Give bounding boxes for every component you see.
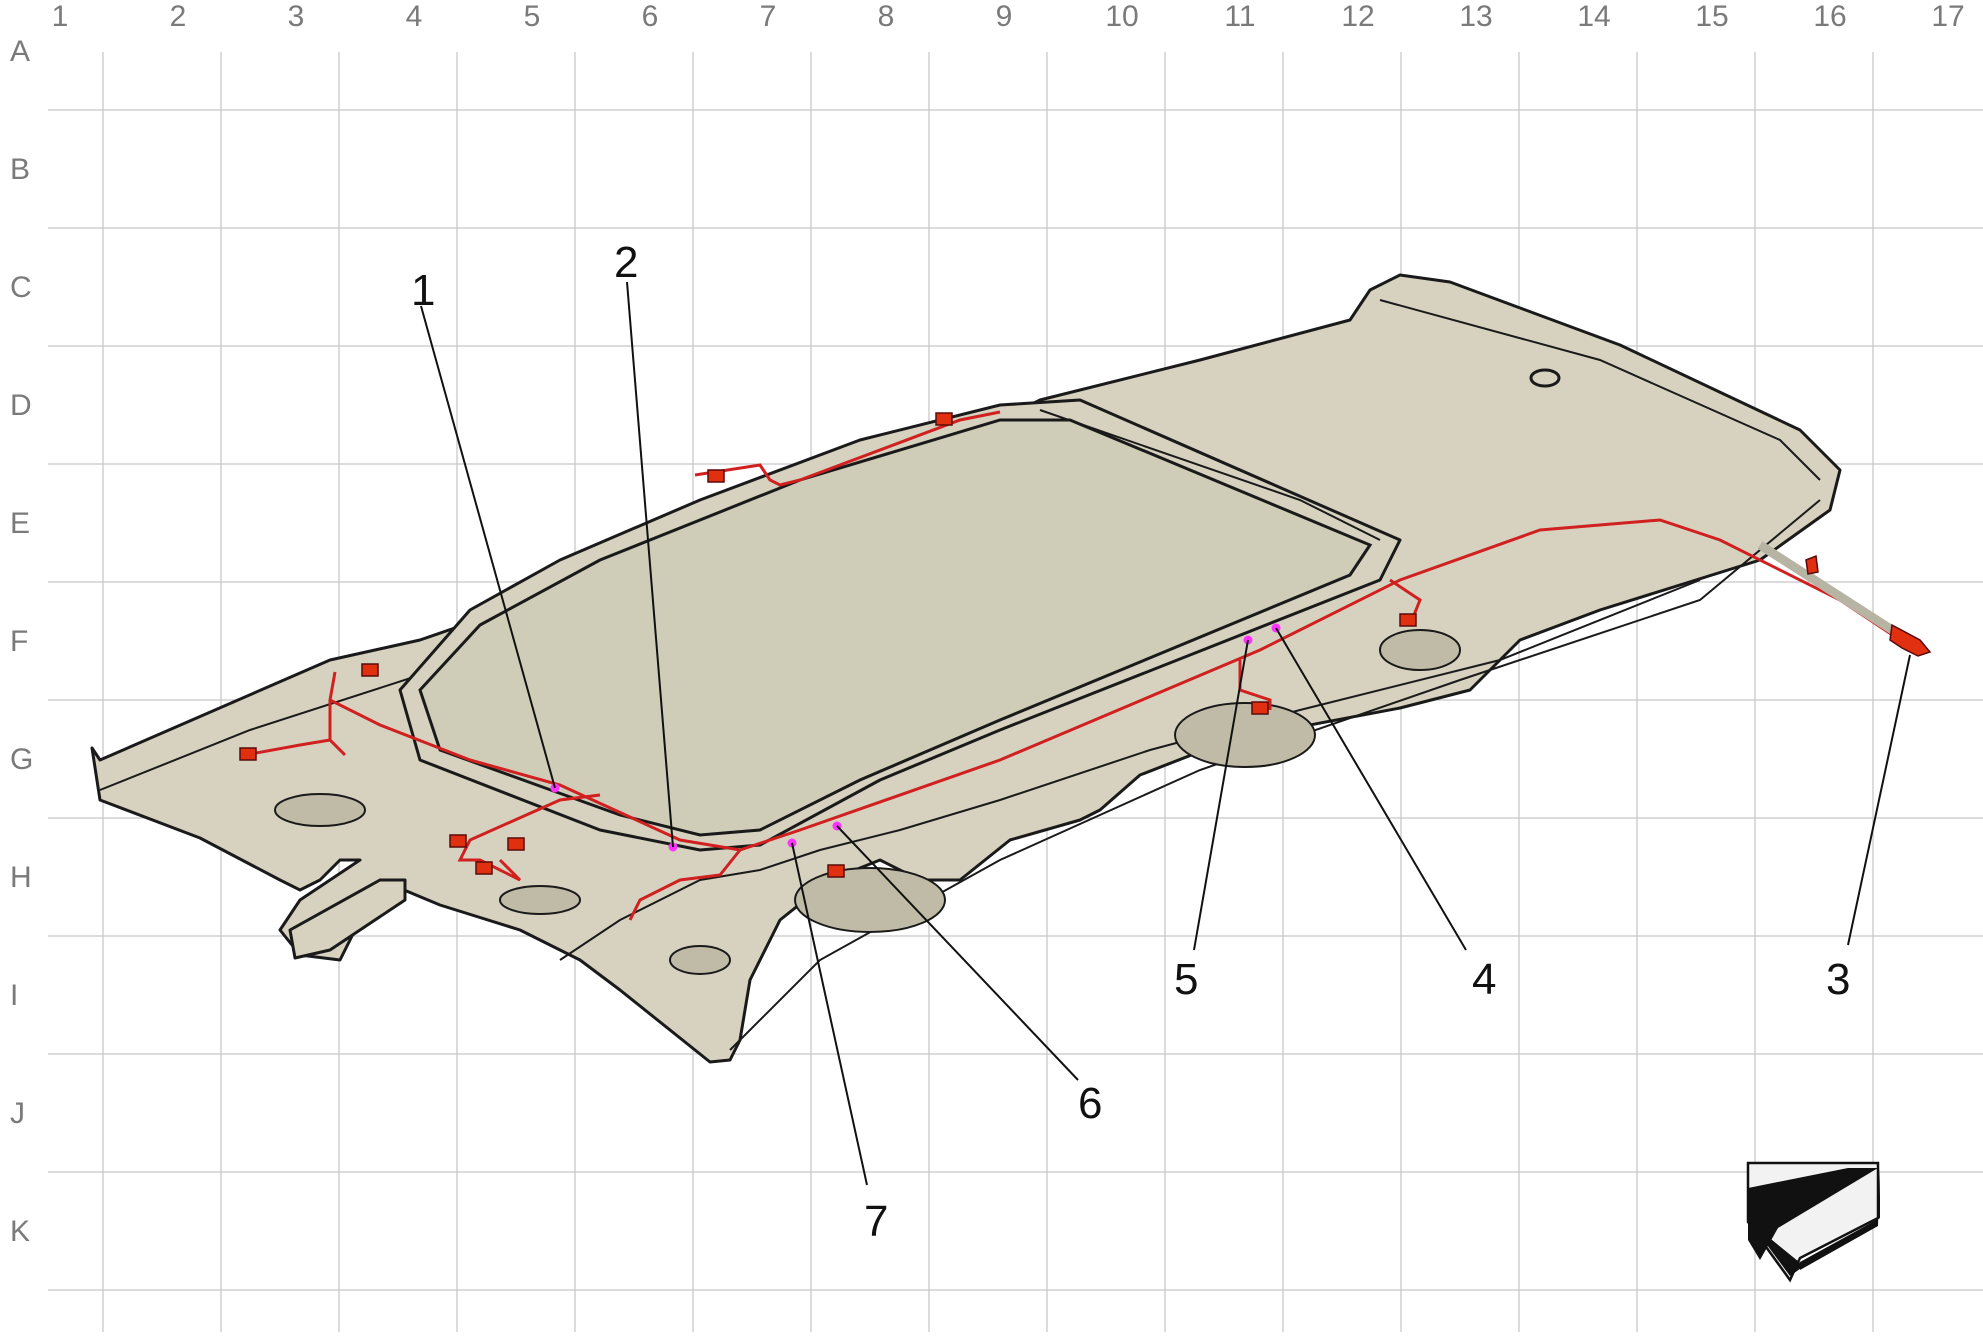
connector-front-dome — [827, 864, 845, 878]
sun-visor-mount-recess — [669, 945, 731, 975]
grid-column-label: 13 — [1459, 0, 1492, 33]
center-dome-light-recess — [1174, 702, 1316, 768]
grid-row-label: D — [10, 389, 32, 422]
front-dome-light-recess — [794, 867, 946, 933]
rear-antenna-base — [1529, 368, 1561, 388]
grid-column-label: 14 — [1577, 0, 1610, 33]
diagram-canvas: 1234567891011121314151617ABCDEFGHIJKL — [10, 0, 1983, 1337]
grid-row-label: C — [10, 271, 32, 304]
left-grab-handle-recess — [274, 793, 366, 827]
grid-column-label: 11 — [1224, 0, 1255, 33]
grid-column-label: 3 — [288, 0, 305, 33]
grid-column-label: 8 — [878, 0, 895, 33]
grid-row-label: K — [10, 1215, 30, 1248]
grid-column-label: 6 — [642, 0, 659, 33]
grid-column-label: 5 — [524, 0, 541, 33]
connector-visor-lower — [475, 861, 493, 875]
callout-label-1: 1 — [411, 266, 435, 315]
wiring-diagram: 1234567891011121314151617ABCDEFGHIJKL — [0, 0, 1983, 1337]
grid-row-label: B — [10, 153, 30, 186]
grid-column-label: 16 — [1813, 0, 1846, 33]
connector-front-left — [239, 747, 257, 761]
callout-label-4: 4 — [1472, 955, 1496, 1004]
grid-row-label: H — [10, 861, 32, 894]
grid-row-label: F — [10, 625, 28, 658]
clip-rear-rail — [1805, 554, 1819, 575]
grid-row-label: A — [10, 35, 30, 68]
connector-center-dome — [1251, 701, 1269, 715]
callout-label-2: 2 — [614, 238, 638, 287]
callout-label-7: 7 — [864, 1197, 888, 1246]
leader-3 — [1847, 654, 1911, 946]
harness-conduit — [1757, 541, 1903, 639]
grid-column-label: 15 — [1695, 0, 1728, 33]
connector-left-rail-rear — [935, 412, 953, 426]
grid-column-label: 17 — [1931, 0, 1964, 33]
grid-column-label: 12 — [1341, 0, 1374, 33]
grid-row-label: G — [10, 743, 33, 776]
connector-left-rail — [707, 469, 725, 483]
grid-column-label: 10 — [1105, 0, 1138, 33]
connector-rear-dome — [1399, 613, 1417, 627]
connector-harness-end — [1889, 623, 1932, 657]
connector-visor-right — [507, 837, 525, 851]
grid-column-label: 7 — [760, 0, 777, 33]
grid-row-label: I — [10, 979, 18, 1012]
right-grab-handle-recess — [499, 885, 581, 915]
callout-label-6: 6 — [1078, 1079, 1102, 1128]
grid-column-label: 4 — [406, 0, 423, 33]
grid-column-label: 9 — [996, 0, 1013, 33]
connector-visor-left — [449, 834, 467, 848]
front-direction-arrow-icon — [1746, 1161, 1880, 1283]
headliner-assembly — [90, 273, 1842, 1064]
connector-roof-front — [361, 663, 379, 677]
grid-column-label: 2 — [170, 0, 187, 33]
callout-label-5: 5 — [1174, 955, 1198, 1004]
grid-row-label: J — [10, 1097, 25, 1130]
grid-column-label: 1 — [52, 0, 69, 33]
grid-row-label: E — [10, 507, 30, 540]
callout-label-3: 3 — [1826, 955, 1850, 1004]
rear-dome-light-recess — [1379, 629, 1461, 671]
